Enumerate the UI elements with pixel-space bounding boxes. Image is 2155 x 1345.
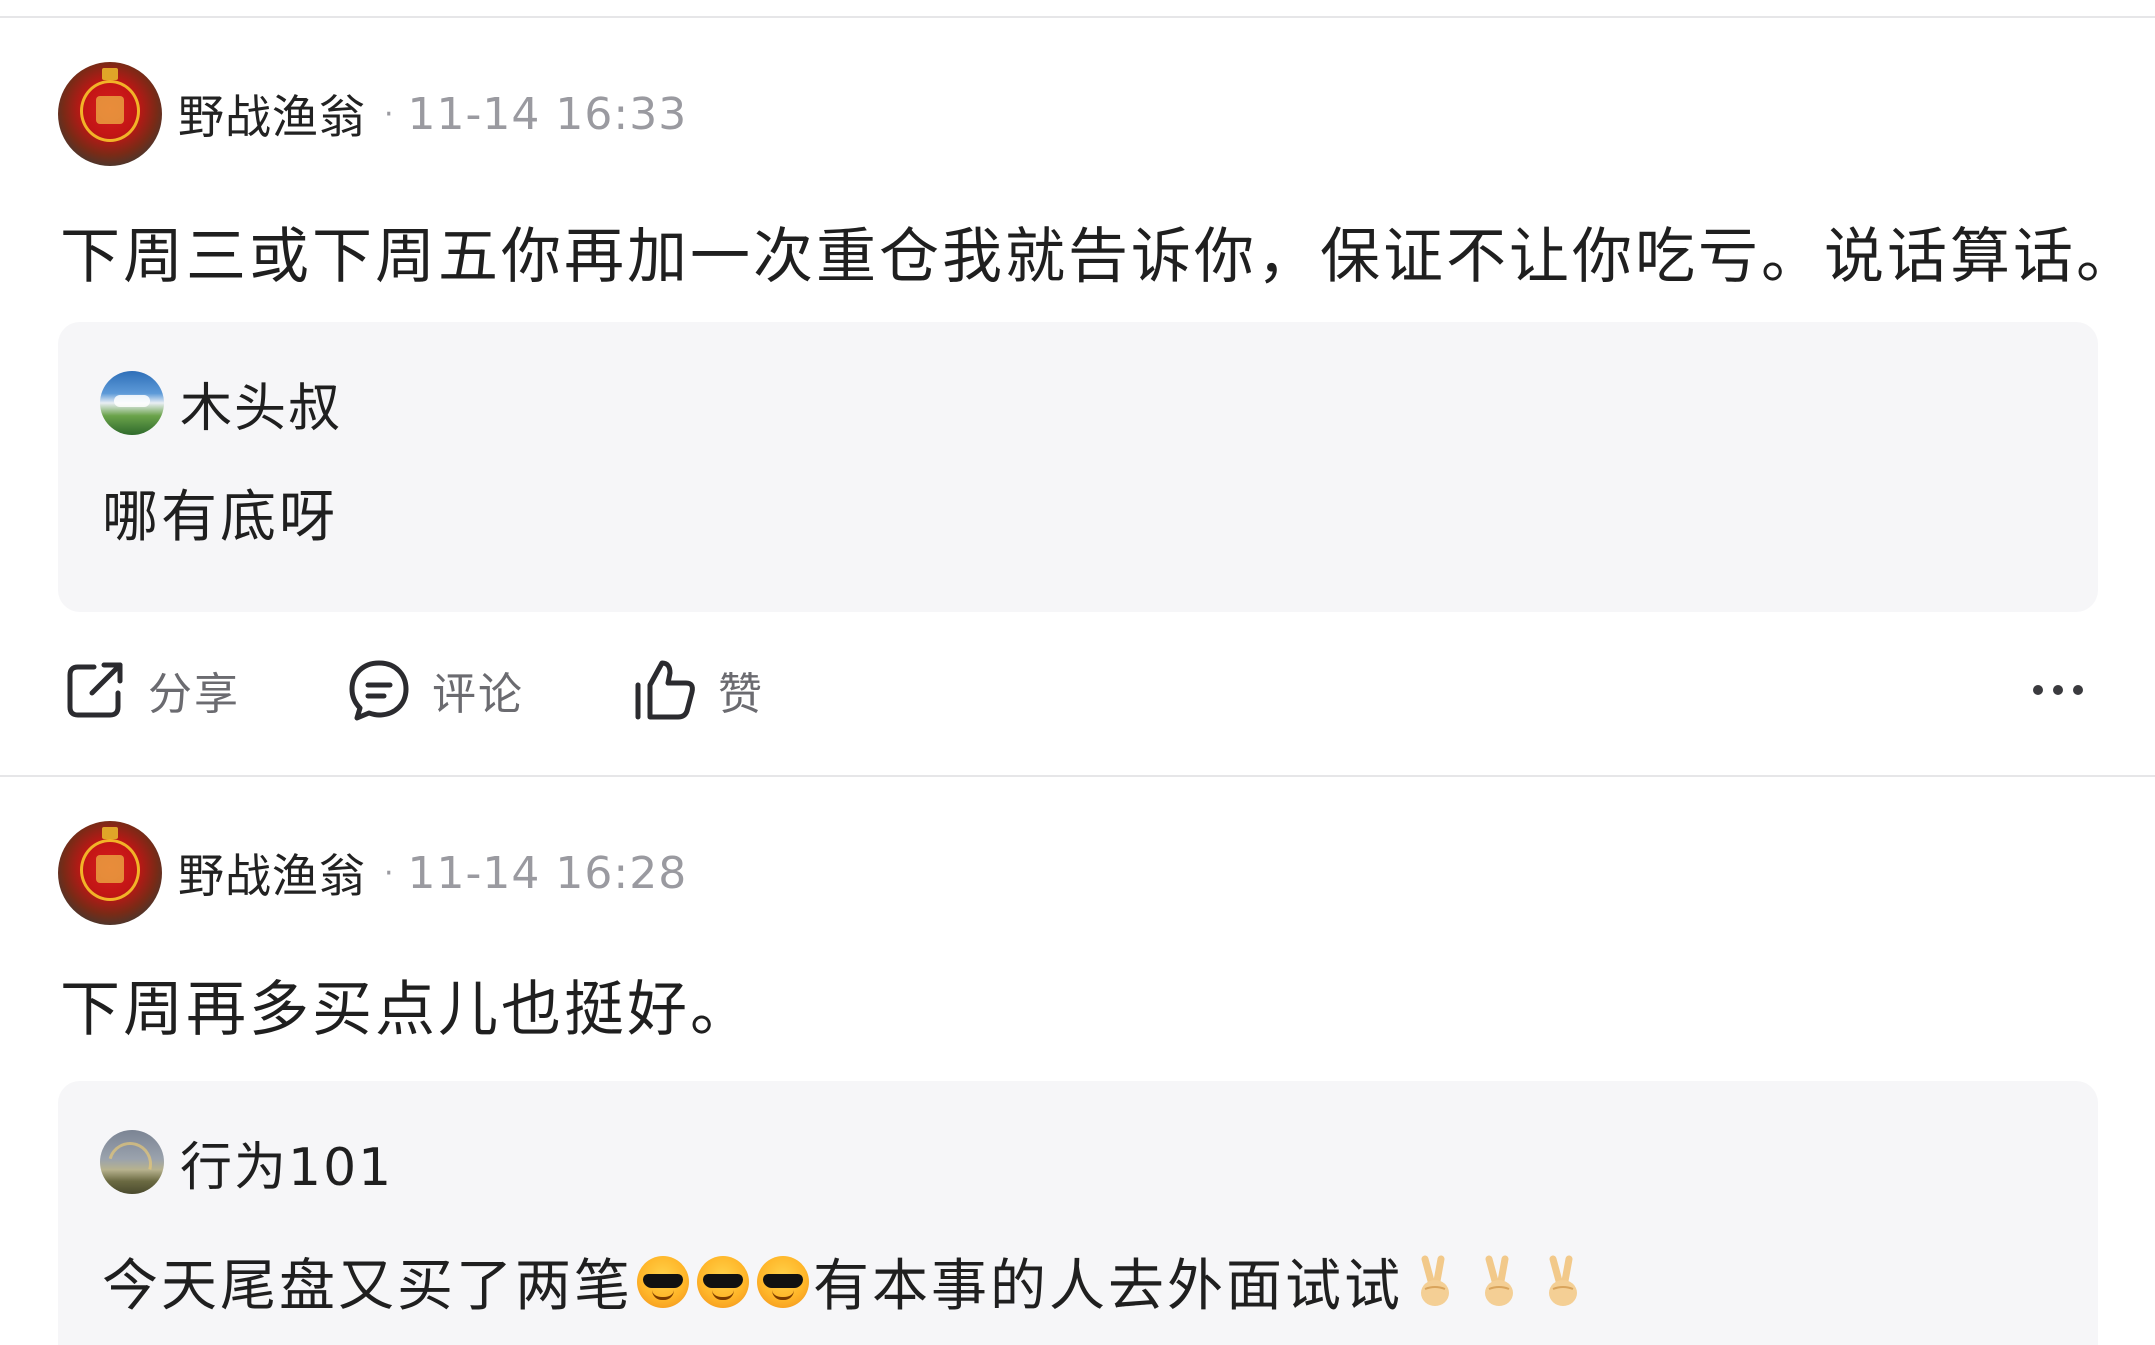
lantern-top-decoration [102,68,118,80]
more-dot-icon [2033,685,2043,695]
comment-label: 评论 [432,669,524,720]
victory-hand-emoji [1485,1255,1513,1306]
quoted-reply[interactable]: 木头叔 哪有底呀 [58,322,2098,612]
quoted-reply[interactable]: 行为101 今天尾盘又买了两笔 有本事的人去外面试试 [58,1081,2098,1345]
more-options-button[interactable] [2028,650,2088,730]
quoted-text-content: 哪有底呀 [102,485,338,550]
comment-post: 野战渔翁 · 11-14 16:28 下周再多买点儿也挺好。 行为101 今天尾… [0,777,2155,1345]
action-bar: 分享 评论 赞 [58,650,2098,730]
quoted-author-avatar[interactable] [100,371,164,435]
post-timestamp: 11-14 16:28 [407,847,688,899]
post-header: 野战渔翁 · 11-14 16:28 [58,821,687,925]
comment-feed: 野战渔翁 · 11-14 16:33 下周三或下周五你再加一次重仓我就告诉你，保… [0,0,2155,1345]
lantern-top-decoration [102,827,118,839]
share-label: 分享 [148,669,240,720]
post-text: 下周三或下周五你再加一次重仓我就告诉你，保证不让你吃亏。说话算话。 [60,222,2139,292]
quoted-author-name[interactable]: 行为101 [180,1125,393,1200]
quoted-author: 木头叔 [100,370,342,439]
thumbs-up-icon [635,660,695,720]
post-timestamp: 11-14 16:33 [407,88,688,140]
meta-separator: · [384,96,394,132]
meta-separator: · [384,855,394,891]
like-label: 赞 [718,669,764,720]
cloud-decoration [114,395,150,407]
author-name[interactable]: 野战渔翁 [178,840,366,906]
avatar[interactable] [58,62,162,166]
comment-post: 野战渔翁 · 11-14 16:33 下周三或下周五你再加一次重仓我就告诉你，保… [0,18,2155,775]
share-icon [67,662,123,718]
post-header: 野战渔翁 · 11-14 16:33 [58,62,687,166]
post-text: 下周再多买点儿也挺好。 [60,975,753,1045]
quoted-author-avatar[interactable] [100,1130,164,1194]
quoted-author: 行为101 [100,1129,393,1198]
victory-hand-emoji [1549,1255,1577,1306]
lantern-glyph-decoration [96,855,124,883]
comment-button[interactable]: 评论 [344,650,524,730]
comment-bubble-icon [349,660,409,721]
lantern-glyph-decoration [96,96,124,124]
quoted-author-name[interactable]: 木头叔 [180,366,342,441]
sunglasses-face-emoji [637,1255,689,1308]
quoted-text-content: 有本事的人去外面试试 [813,1254,1403,1319]
more-dot-icon [2073,685,2083,695]
quoted-text: 哪有底呀 [102,472,338,553]
like-button[interactable]: 赞 [630,650,764,730]
avatar[interactable] [58,821,162,925]
victory-hand-emoji [1421,1255,1449,1306]
author-name[interactable]: 野战渔翁 [178,81,366,147]
quoted-text: 今天尾盘又买了两笔 有本事的人去外面试试 [102,1241,1595,1322]
more-dot-icon [2053,685,2063,695]
quoted-text-content: 今天尾盘又买了两笔 [102,1254,633,1319]
share-button[interactable]: 分享 [60,650,240,730]
rainbow-decoration [100,1133,161,1194]
sunglasses-face-emoji [697,1255,749,1308]
sunglasses-face-emoji [757,1255,809,1308]
